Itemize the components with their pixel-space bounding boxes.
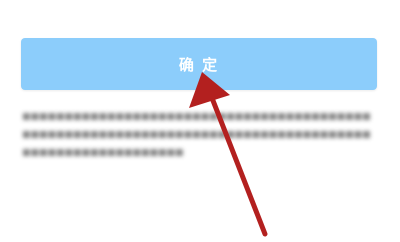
screen: 确 定 ■■■■■■■■■■■■■■■■■■■■■■■■■■■■■■■■■■■■… [0,0,400,242]
confirm-button[interactable]: 确 定 [21,38,377,90]
blurred-notice-text: ■■■■■■■■■■■■■■■■■■■■■■■■■■■■■■■■■■■■■■■■… [22,112,371,158]
